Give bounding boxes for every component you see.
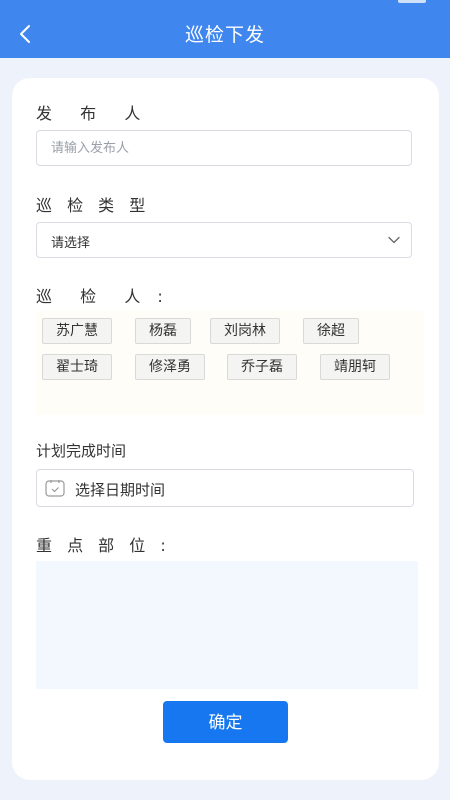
page-title: 巡检下发 bbox=[184, 24, 265, 46]
deadline-picker[interactable]: 选择日期时间 bbox=[36, 469, 414, 507]
publisher-field-wrapper bbox=[36, 130, 412, 166]
chevron-down-icon bbox=[388, 236, 400, 244]
confirm-button[interactable]: 确定 bbox=[163, 701, 288, 743]
inspector-chip[interactable]: 修泽勇 bbox=[135, 354, 205, 380]
app-header: 巡检下发 bbox=[0, 0, 450, 58]
form-card: 发 布 人 巡 检 类 型 请选择 巡 检 人 : 苏广慧 杨磊 刘岗林 徐超 … bbox=[12, 78, 439, 780]
inspectors-label: 巡 检 人 : bbox=[36, 287, 169, 306]
inspection-type-value: 请选择 bbox=[51, 236, 91, 251]
inspector-chip[interactable]: 苏广慧 bbox=[42, 318, 112, 344]
inspector-chip[interactable]: 乔子磊 bbox=[227, 354, 297, 380]
inspector-chip[interactable]: 徐超 bbox=[303, 318, 359, 344]
deadline-label: 计划完成时间 bbox=[36, 442, 127, 460]
inspector-chip[interactable]: 翟士琦 bbox=[42, 354, 112, 380]
inspection-type-select[interactable]: 请选择 bbox=[36, 222, 412, 258]
inspector-chip[interactable]: 杨磊 bbox=[135, 318, 191, 344]
publisher-label: 发 布 人 bbox=[36, 104, 147, 123]
calendar-icon bbox=[45, 480, 65, 497]
key-area-input[interactable] bbox=[36, 561, 418, 689]
key-area-label: 重 点 部 位 : bbox=[36, 536, 171, 555]
inspector-chip[interactable]: 刘岗林 bbox=[210, 318, 280, 344]
inspector-chip[interactable]: 靖朋轲 bbox=[320, 354, 390, 380]
inspectors-list: 苏广慧 杨磊 刘岗林 徐超 翟士琦 修泽勇 乔子磊 靖朋轲 bbox=[36, 311, 424, 415]
deadline-value: 选择日期时间 bbox=[75, 481, 166, 499]
publisher-input[interactable] bbox=[37, 131, 411, 165]
status-bar-indicator bbox=[398, 0, 426, 3]
inspection-type-label: 巡 检 类 型 bbox=[36, 196, 151, 215]
